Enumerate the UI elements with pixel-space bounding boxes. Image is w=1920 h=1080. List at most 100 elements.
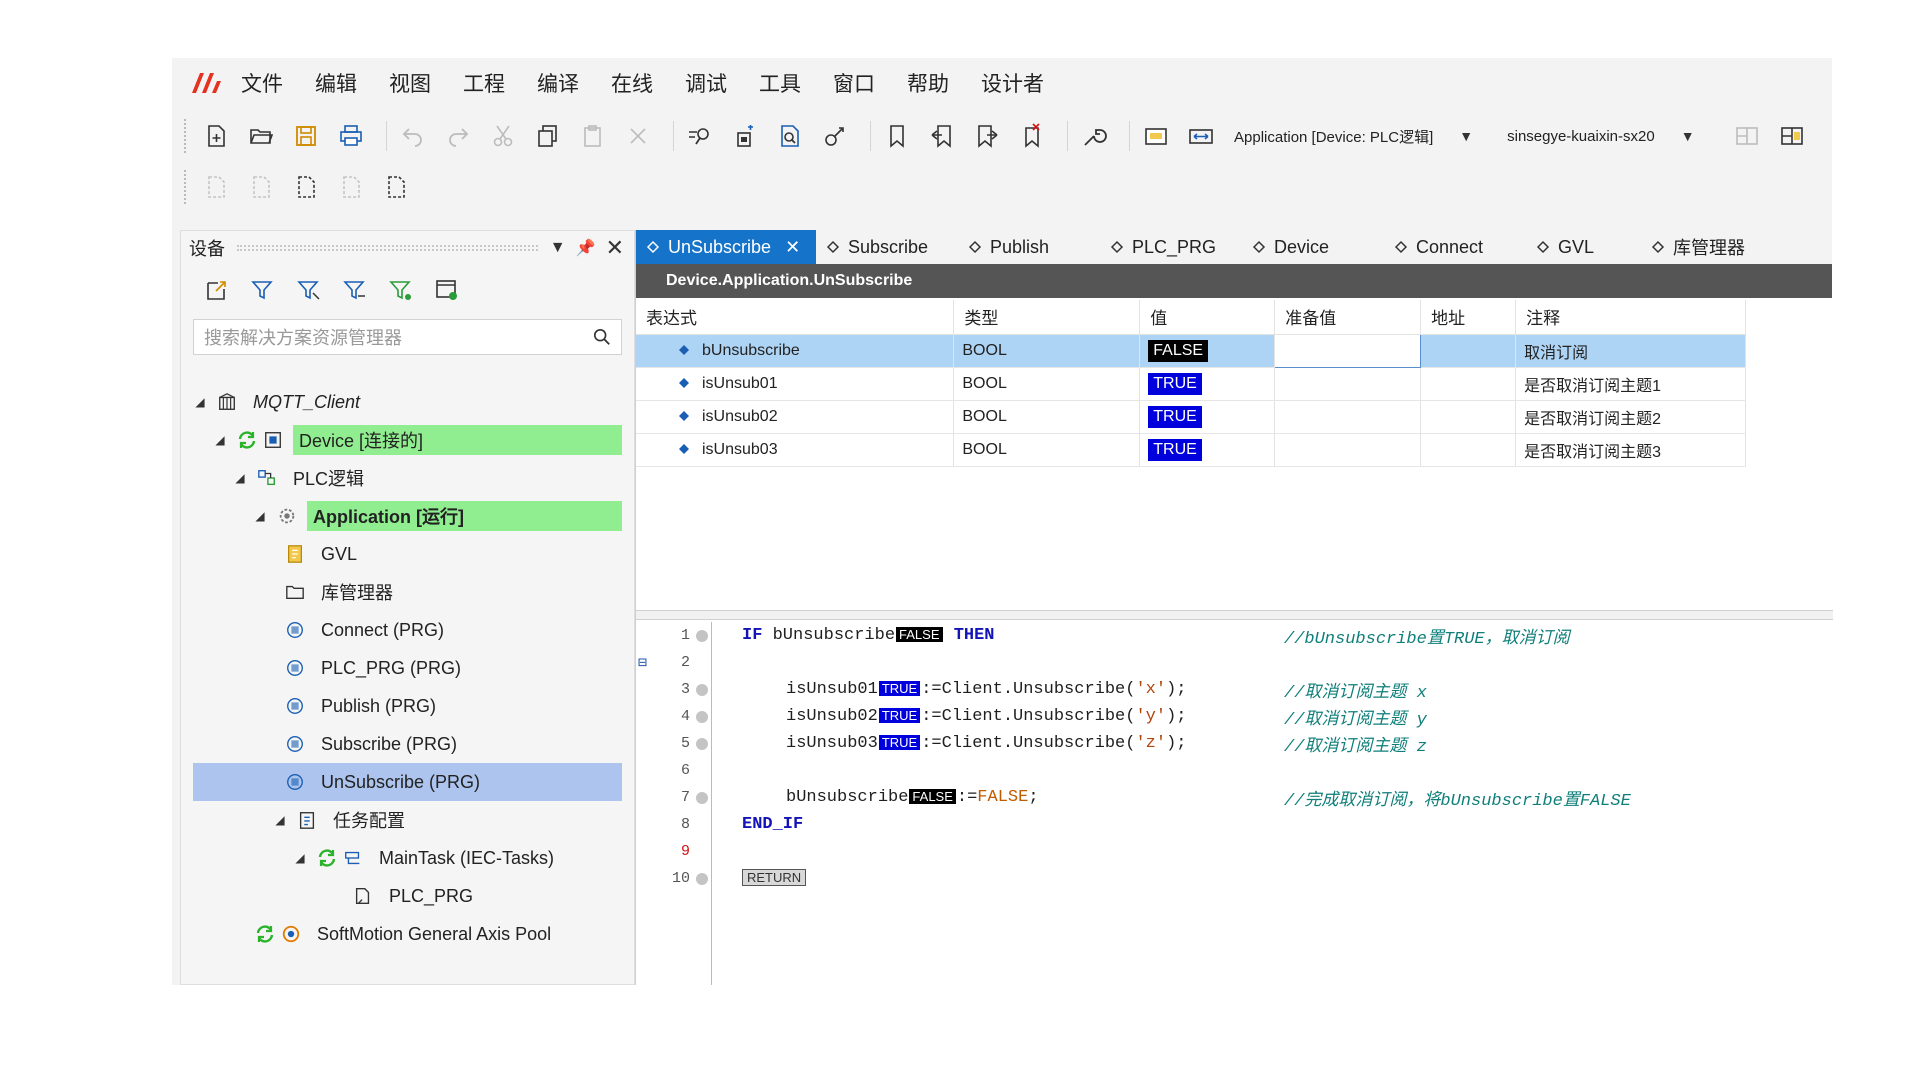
redo-button[interactable] bbox=[440, 118, 476, 154]
search-input[interactable]: 搜索解决方案资源管理器 bbox=[193, 319, 622, 355]
undo-button[interactable] bbox=[395, 118, 431, 154]
tree-node-task-plc-prg[interactable]: PLC_PRG bbox=[181, 877, 634, 915]
cfc-disabled-button-4[interactable] bbox=[333, 169, 369, 205]
breakpoint-marker[interactable] bbox=[696, 683, 708, 696]
wrench-button[interactable] bbox=[1076, 118, 1112, 154]
column-header-prepared-value[interactable]: 准备值 bbox=[1274, 300, 1422, 335]
close-icon[interactable]: ✕ bbox=[785, 237, 800, 258]
code-line-7[interactable]: 7 bUnsubscribe FALSE:=FALSE; //完成取消订阅，将bU… bbox=[636, 784, 1833, 811]
column-header-address[interactable]: 地址 bbox=[1420, 300, 1517, 335]
export-button[interactable] bbox=[199, 272, 235, 308]
expand-triangle-icon[interactable]: ◢ bbox=[193, 395, 207, 409]
visualization-button[interactable] bbox=[1138, 118, 1174, 154]
bookmark-button[interactable] bbox=[879, 118, 915, 154]
login-button[interactable] bbox=[817, 118, 853, 154]
cell-prepared-value[interactable] bbox=[1274, 333, 1422, 368]
prev-bookmark-button[interactable] bbox=[924, 118, 960, 154]
tree-node-plc-logic[interactable]: ◢ PLC逻辑 bbox=[181, 459, 634, 497]
expand-triangle-icon[interactable]: ◢ bbox=[253, 509, 267, 523]
menu-help[interactable]: 帮助 bbox=[904, 64, 952, 102]
table-row[interactable]: isUnsub01 BOOL TRUE 是否取消订阅主题1 bbox=[636, 367, 1746, 401]
breakpoint-marker[interactable] bbox=[696, 629, 708, 642]
column-header-comment[interactable]: 注释 bbox=[1515, 300, 1746, 335]
tab-library-manager[interactable]: 库管理器 bbox=[1641, 230, 1757, 264]
cfc-disabled-button-2[interactable] bbox=[243, 169, 279, 205]
open-folder-button[interactable] bbox=[243, 118, 279, 154]
cfc-disabled-button-1[interactable] bbox=[198, 169, 234, 205]
copy-button[interactable] bbox=[530, 118, 566, 154]
expand-triangle-icon[interactable]: ◢ bbox=[273, 813, 287, 827]
cell-prepared-value[interactable] bbox=[1274, 367, 1422, 401]
code-editor[interactable]: 1 IF bUnsubscribe FALSE THEN //bUnsubscri… bbox=[636, 622, 1833, 985]
tree-node-device[interactable]: ◢ Device [连接的] bbox=[181, 421, 634, 459]
close-icon[interactable]: ✕ bbox=[606, 235, 624, 261]
filter-button-3[interactable] bbox=[337, 272, 373, 308]
menu-window[interactable]: 窗口 bbox=[830, 64, 878, 102]
tree-node-publish[interactable]: Publish (PRG) bbox=[181, 687, 634, 725]
expand-triangle-icon[interactable]: ◢ bbox=[213, 433, 227, 447]
find-replace-button[interactable] bbox=[682, 118, 718, 154]
breakpoint-marker[interactable] bbox=[696, 737, 708, 750]
code-line-2[interactable]: ⊟ 2 bbox=[636, 649, 1833, 676]
delete-button[interactable] bbox=[620, 118, 656, 154]
menu-project[interactable]: 工程 bbox=[460, 64, 508, 102]
clear-bookmarks-button[interactable] bbox=[1014, 118, 1050, 154]
search-document-button[interactable] bbox=[772, 118, 808, 154]
tab-publish[interactable]: Publish bbox=[958, 230, 1100, 264]
code-line-5[interactable]: 5 isUnsub03 TRUE:=Client.Unsubscribe('z')… bbox=[636, 730, 1833, 757]
tab-device[interactable]: Device bbox=[1242, 230, 1384, 264]
table-row[interactable]: isUnsub03 BOOL TRUE 是否取消订阅主题3 bbox=[636, 433, 1746, 467]
split-view-button[interactable] bbox=[1774, 118, 1810, 154]
tab-gvl[interactable]: GVL bbox=[1526, 230, 1641, 264]
table-row[interactable]: bUnsubscribe BOOL FALSE 取消订阅 bbox=[636, 333, 1746, 368]
menu-view[interactable]: 视图 bbox=[386, 64, 434, 102]
cell-prepared-value[interactable] bbox=[1274, 400, 1422, 434]
column-header-value[interactable]: 值 bbox=[1139, 300, 1276, 335]
new-file-button[interactable] bbox=[198, 118, 234, 154]
tab-unsubscribe[interactable]: UnSubscribe ✕ bbox=[636, 230, 816, 264]
cfc-button-3[interactable] bbox=[288, 169, 324, 205]
column-header-expression[interactable]: 表达式 bbox=[636, 300, 955, 335]
editor-splitter[interactable] bbox=[636, 610, 1833, 620]
menu-designer[interactable]: 设计者 bbox=[978, 64, 1047, 102]
gateway-selector[interactable]: sinsegye-kuaixin-sx20 ▼ bbox=[1501, 121, 1700, 151]
breakpoint-marker[interactable] bbox=[696, 710, 708, 723]
paste-button[interactable] bbox=[575, 118, 611, 154]
column-header-type[interactable]: 类型 bbox=[953, 300, 1141, 335]
breakpoint-marker[interactable] bbox=[696, 872, 708, 885]
toolbar-grip[interactable] bbox=[184, 170, 190, 204]
tree-node-gvl[interactable]: GVL bbox=[181, 535, 634, 573]
search-icon[interactable] bbox=[593, 328, 611, 346]
tab-subscribe[interactable]: Subscribe bbox=[816, 230, 958, 264]
menu-online[interactable]: 在线 bbox=[608, 64, 656, 102]
save-button[interactable] bbox=[288, 118, 324, 154]
pin-icon[interactable]: 📌 bbox=[576, 238, 596, 258]
expand-triangle-icon[interactable]: ◢ bbox=[233, 471, 247, 485]
cut-button[interactable] bbox=[485, 118, 521, 154]
tree-node-project[interactable]: ◢ MQTT_Client bbox=[181, 383, 634, 421]
code-line-4[interactable]: 4 isUnsub02 TRUE:=Client.Unsubscribe('y')… bbox=[636, 703, 1833, 730]
filter-button-1[interactable] bbox=[245, 272, 281, 308]
menu-edit[interactable]: 编辑 bbox=[312, 64, 360, 102]
tree-node-connect[interactable]: Connect (PRG) bbox=[181, 611, 634, 649]
settings-button[interactable] bbox=[429, 272, 465, 308]
print-button[interactable] bbox=[333, 118, 369, 154]
tree-node-maintask[interactable]: ◢ MainTask (IEC-Tasks) bbox=[181, 839, 634, 877]
code-line-9[interactable]: 9 bbox=[636, 838, 1833, 865]
cfc-button-5[interactable] bbox=[378, 169, 414, 205]
tab-plc-prg[interactable]: PLC_PRG bbox=[1100, 230, 1242, 264]
width-button[interactable] bbox=[1183, 118, 1219, 154]
tree-node-subscribe[interactable]: Subscribe (PRG) bbox=[181, 725, 634, 763]
table-row[interactable]: isUnsub02 BOOL TRUE 是否取消订阅主题2 bbox=[636, 400, 1746, 434]
filter-button-2[interactable] bbox=[291, 272, 327, 308]
expand-triangle-icon[interactable]: ◢ bbox=[293, 851, 307, 865]
toolbar-grip[interactable] bbox=[184, 119, 190, 153]
tree-node-application[interactable]: ◢ Application [运行] bbox=[181, 497, 634, 535]
next-bookmark-button[interactable] bbox=[969, 118, 1005, 154]
code-line-10[interactable]: 10 RETURN bbox=[636, 865, 1833, 892]
layout-button[interactable] bbox=[1729, 118, 1765, 154]
cell-prepared-value[interactable] bbox=[1274, 433, 1422, 467]
code-line-1[interactable]: 1 IF bUnsubscribe FALSE THEN //bUnsubscri… bbox=[636, 622, 1833, 649]
filter-button-4[interactable] bbox=[383, 272, 419, 308]
code-line-8[interactable]: 8 END_IF bbox=[636, 811, 1833, 838]
